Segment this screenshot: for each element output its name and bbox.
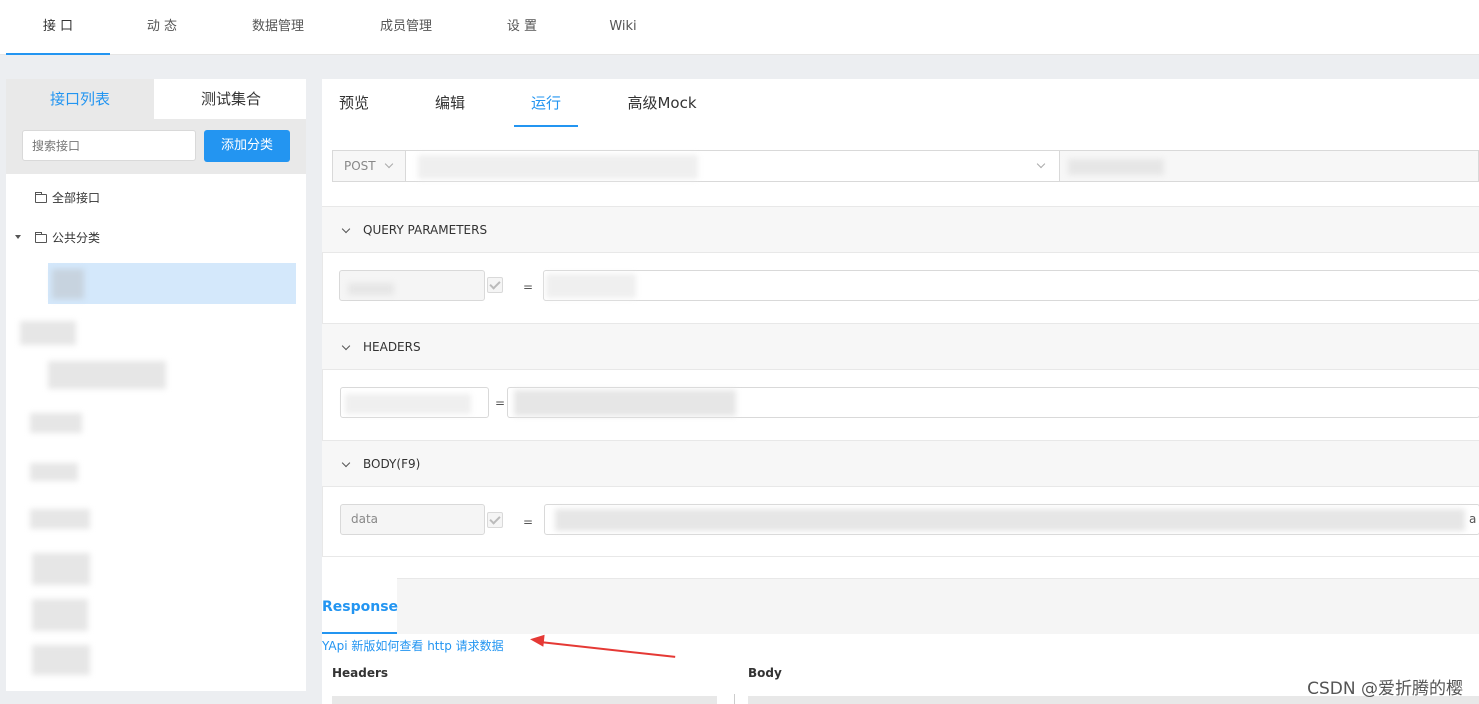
body-key-input[interactable]: data — [340, 504, 485, 535]
query-value-input[interactable] — [543, 270, 1479, 301]
body-value-tail: a — [1469, 512, 1477, 526]
tree-item-public[interactable]: 公共分类 — [35, 229, 100, 246]
tab-test-collection[interactable]: 测试集合 — [156, 79, 306, 119]
response-tabbar — [322, 578, 1479, 634]
search-interface-input[interactable] — [22, 130, 196, 161]
watermark: CSDN @爱折腾的樱 — [1307, 679, 1463, 699]
body-header[interactable]: BODY(F9) — [322, 440, 1479, 487]
chevron-down-icon — [341, 458, 351, 468]
query-key-input[interactable] — [339, 270, 485, 301]
nav-tab-member-management[interactable]: 成员管理 — [358, 0, 454, 55]
tab-interface-list[interactable]: 接口列表 — [6, 79, 154, 119]
response-panel: Response YApi 新版如何查看 http 请求数据 Headers B… — [322, 578, 1479, 704]
headers-body: = — [322, 370, 1479, 440]
query-params-body: = — [322, 253, 1479, 323]
nav-tab-data-management[interactable]: 数据管理 — [230, 0, 326, 55]
body-enable-checkbox[interactable] — [487, 512, 503, 528]
body-section: data = a — [322, 487, 1479, 557]
folder-icon — [35, 232, 47, 243]
tree-item-selected[interactable] — [48, 263, 296, 304]
headers-title: HEADERS — [363, 340, 421, 354]
redacted-url — [418, 155, 698, 179]
equals-sign: = — [523, 515, 534, 529]
redacted-path — [1068, 159, 1164, 175]
redacted-text — [52, 269, 84, 299]
annotation-note: YApi 新版如何查看 http 请求数据 — [322, 639, 504, 653]
redacted-tree-item[interactable] — [30, 413, 82, 433]
interface-sidebar: 接口列表 测试集合 添加分类 全部接口 公共分类 — [6, 79, 306, 691]
annotation-arrow-head — [529, 633, 545, 647]
redacted-tree-item[interactable] — [20, 321, 76, 345]
method-select[interactable]: POST — [332, 150, 406, 182]
sidebar-search-bar: 添加分类 — [6, 119, 306, 174]
method-value: POST — [344, 159, 376, 173]
add-category-button[interactable]: 添加分类 — [204, 130, 290, 162]
sidebar-tabs: 接口列表 测试集合 — [6, 79, 306, 119]
url-path-input[interactable] — [1060, 150, 1479, 182]
tab-edit[interactable]: 编辑 — [426, 79, 474, 127]
chevron-down-icon — [341, 224, 351, 234]
tab-response[interactable]: Response — [322, 578, 398, 634]
query-params-title: QUERY PARAMETERS — [363, 223, 488, 237]
folder-icon — [35, 192, 47, 203]
request-row: POST — [332, 150, 1479, 182]
chevron-down-icon — [1036, 159, 1046, 169]
top-nav: 接 口 动 态 数据管理 成员管理 设 置 Wiki — [0, 0, 1479, 55]
body-title: BODY(F9) — [363, 457, 421, 471]
response-headers-box — [332, 696, 717, 704]
tree-item-all-label: 全部接口 — [52, 191, 101, 205]
redacted-value — [546, 274, 636, 298]
tab-run[interactable]: 运行 — [514, 79, 578, 127]
chevron-down-icon — [384, 159, 394, 169]
redacted-tree-item[interactable] — [30, 463, 78, 481]
header-value-input[interactable] — [507, 387, 1479, 418]
body-key-value: data — [351, 512, 379, 526]
redacted-tree-item[interactable] — [48, 361, 166, 389]
query-params-header[interactable]: QUERY PARAMETERS — [322, 206, 1479, 253]
query-enable-checkbox[interactable] — [487, 277, 503, 293]
body-value-input[interactable]: a — [544, 504, 1479, 535]
tree-item-all[interactable]: 全部接口 — [35, 189, 100, 206]
tab-advanced-mock[interactable]: 高级Mock — [620, 79, 704, 127]
equals-sign: = — [523, 280, 534, 294]
redacted-key — [345, 394, 471, 414]
nav-tab-settings[interactable]: 设 置 — [486, 0, 558, 55]
response-body-label: Body — [748, 666, 782, 680]
headers-header[interactable]: HEADERS — [322, 323, 1479, 370]
caret-down-icon[interactable] — [15, 235, 21, 239]
redacted-value — [514, 390, 736, 416]
redacted-value — [555, 509, 1465, 531]
header-key-input[interactable] — [340, 387, 489, 418]
nav-tab-interface[interactable]: 接 口 — [6, 0, 110, 55]
redacted-tree-item[interactable] — [32, 553, 90, 585]
tab-preview[interactable]: 预览 — [330, 79, 378, 127]
equals-sign: = — [495, 396, 506, 410]
redacted-tree-item[interactable] — [32, 599, 88, 631]
tree-item-public-label: 公共分类 — [52, 231, 101, 245]
chevron-down-icon — [341, 341, 351, 351]
nav-tab-wiki[interactable]: Wiki — [590, 0, 656, 55]
redacted-key — [348, 283, 394, 295]
nav-tab-activity[interactable]: 动 态 — [118, 0, 206, 55]
redacted-tree-item[interactable] — [32, 645, 90, 675]
redacted-tree-item[interactable] — [30, 509, 90, 529]
response-headers-label: Headers — [332, 666, 389, 680]
divider — [734, 694, 735, 704]
url-select[interactable] — [406, 150, 1060, 182]
